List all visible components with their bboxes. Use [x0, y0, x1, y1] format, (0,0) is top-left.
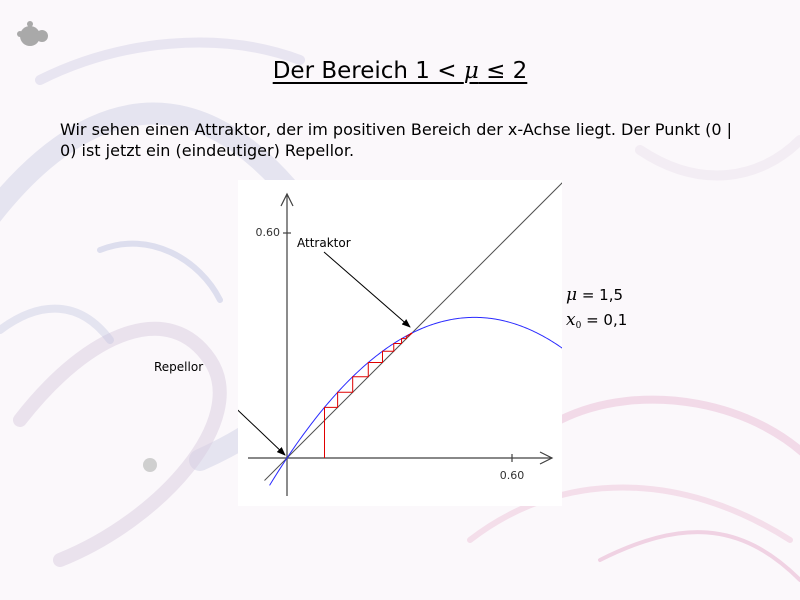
title-text-suffix: ≤ 2	[478, 58, 528, 84]
mu-parameter: μ = 1,5	[566, 283, 627, 308]
title-mu-symbol: μ	[463, 58, 479, 84]
x0-symbol: x	[566, 310, 576, 330]
x0-parameter: x0 = 0,1	[566, 308, 627, 339]
repellor-label: Repellor	[154, 360, 204, 374]
title-text-prefix: Der Bereich 1 <	[272, 58, 464, 84]
slide-title: Der Bereich 1 < μ ≤ 2	[0, 58, 800, 84]
attraktor-label: Attraktor	[297, 236, 351, 250]
y-tick-label: 0.60	[256, 226, 281, 239]
cobweb-plot: 0.60 0.60 Attraktor	[238, 180, 562, 506]
x-tick-label: 0.60	[500, 469, 525, 482]
intro-paragraph: Wir sehen einen Attraktor, der im positi…	[60, 120, 733, 160]
parameter-box: μ = 1,5 x0 = 0,1	[566, 283, 627, 339]
x0-value: = 0,1	[581, 311, 628, 329]
mu-symbol: μ	[566, 285, 578, 305]
fractal-logo-icon	[17, 21, 48, 46]
mu-value: = 1,5	[577, 286, 624, 304]
